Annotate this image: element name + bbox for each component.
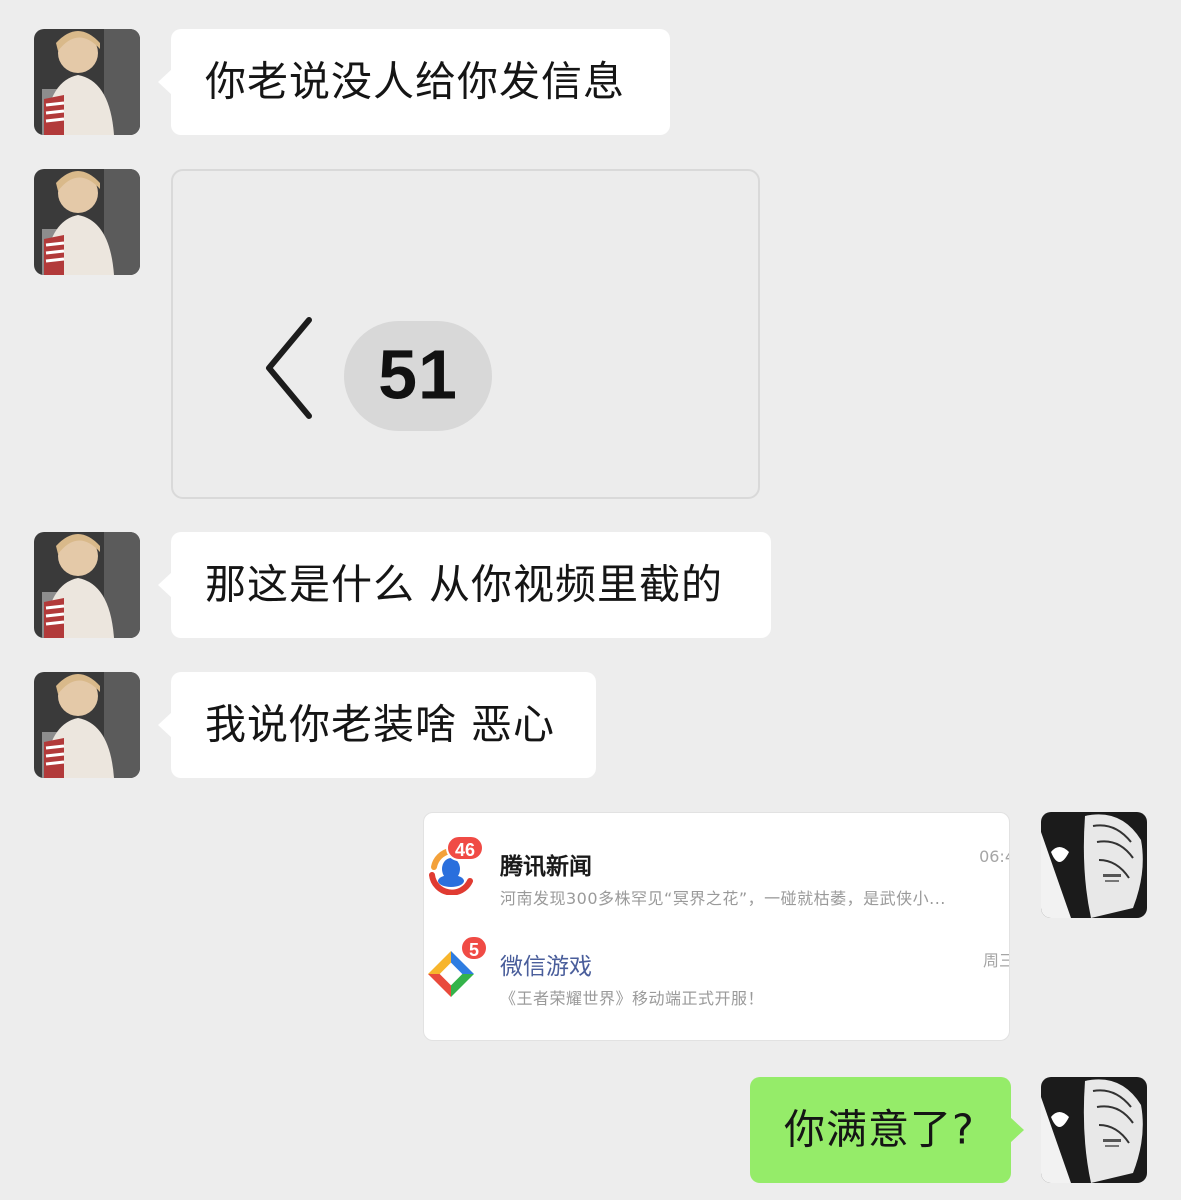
notification-item[interactable]: 5 微信游戏 《王者荣耀世界》移动端正式开服！ 周三 — [424, 929, 1009, 1029]
notification-item[interactable]: 46 腾讯新闻 河南发现300多株罕见“冥界之花”，一碰就枯萎，是武侠小... … — [424, 819, 1009, 919]
unread-badge: 5 — [460, 935, 489, 961]
unread-badge: 46 — [446, 835, 485, 861]
notification-app-name: 腾讯新闻 — [500, 854, 592, 880]
message-text: 你满意了? — [784, 1105, 975, 1154]
chevron-left-icon — [266, 317, 312, 419]
message-image-notifications[interactable]: 46 腾讯新闻 河南发现300多株罕见“冥界之花”，一碰就枯萎，是武侠小... … — [423, 812, 1010, 1041]
message-bubble[interactable]: 那这是什么 从你视频里截的 — [158, 532, 771, 638]
my-avatar[interactable] — [1041, 1077, 1147, 1183]
my-avatar[interactable] — [1041, 812, 1147, 918]
notification-preview: 《王者荣耀世界》移动端正式开服！ — [500, 989, 765, 1008]
unread-count-badge: 51 — [344, 321, 492, 431]
notification-time: 周三 — [982, 951, 1009, 970]
message-bubble[interactable]: 你老说没人给你发信息 — [158, 29, 670, 135]
other-user-avatar[interactable] — [34, 672, 140, 778]
message-text: 你老说没人给你发信息 — [205, 57, 625, 106]
message-bubble[interactable]: 你满意了? — [750, 1077, 1024, 1183]
notification-time: 06:4 — [979, 847, 1009, 866]
message-image[interactable]: 51 — [171, 169, 760, 499]
notification-preview: 河南发现300多株罕见“冥界之花”，一碰就枯萎，是武侠小... — [500, 889, 946, 908]
unread-count: 51 — [378, 335, 458, 414]
message-bubble[interactable]: 我说你老装啥 恶心 — [158, 672, 596, 778]
notification-app-name: 微信游戏 — [500, 954, 592, 980]
message-text: 那这是什么 从你视频里截的 — [205, 560, 724, 609]
other-user-avatar[interactable] — [34, 532, 140, 638]
other-user-avatar[interactable] — [34, 29, 140, 135]
message-text: 我说你老装啥 恶心 — [205, 700, 556, 749]
other-user-avatar[interactable] — [34, 169, 140, 275]
